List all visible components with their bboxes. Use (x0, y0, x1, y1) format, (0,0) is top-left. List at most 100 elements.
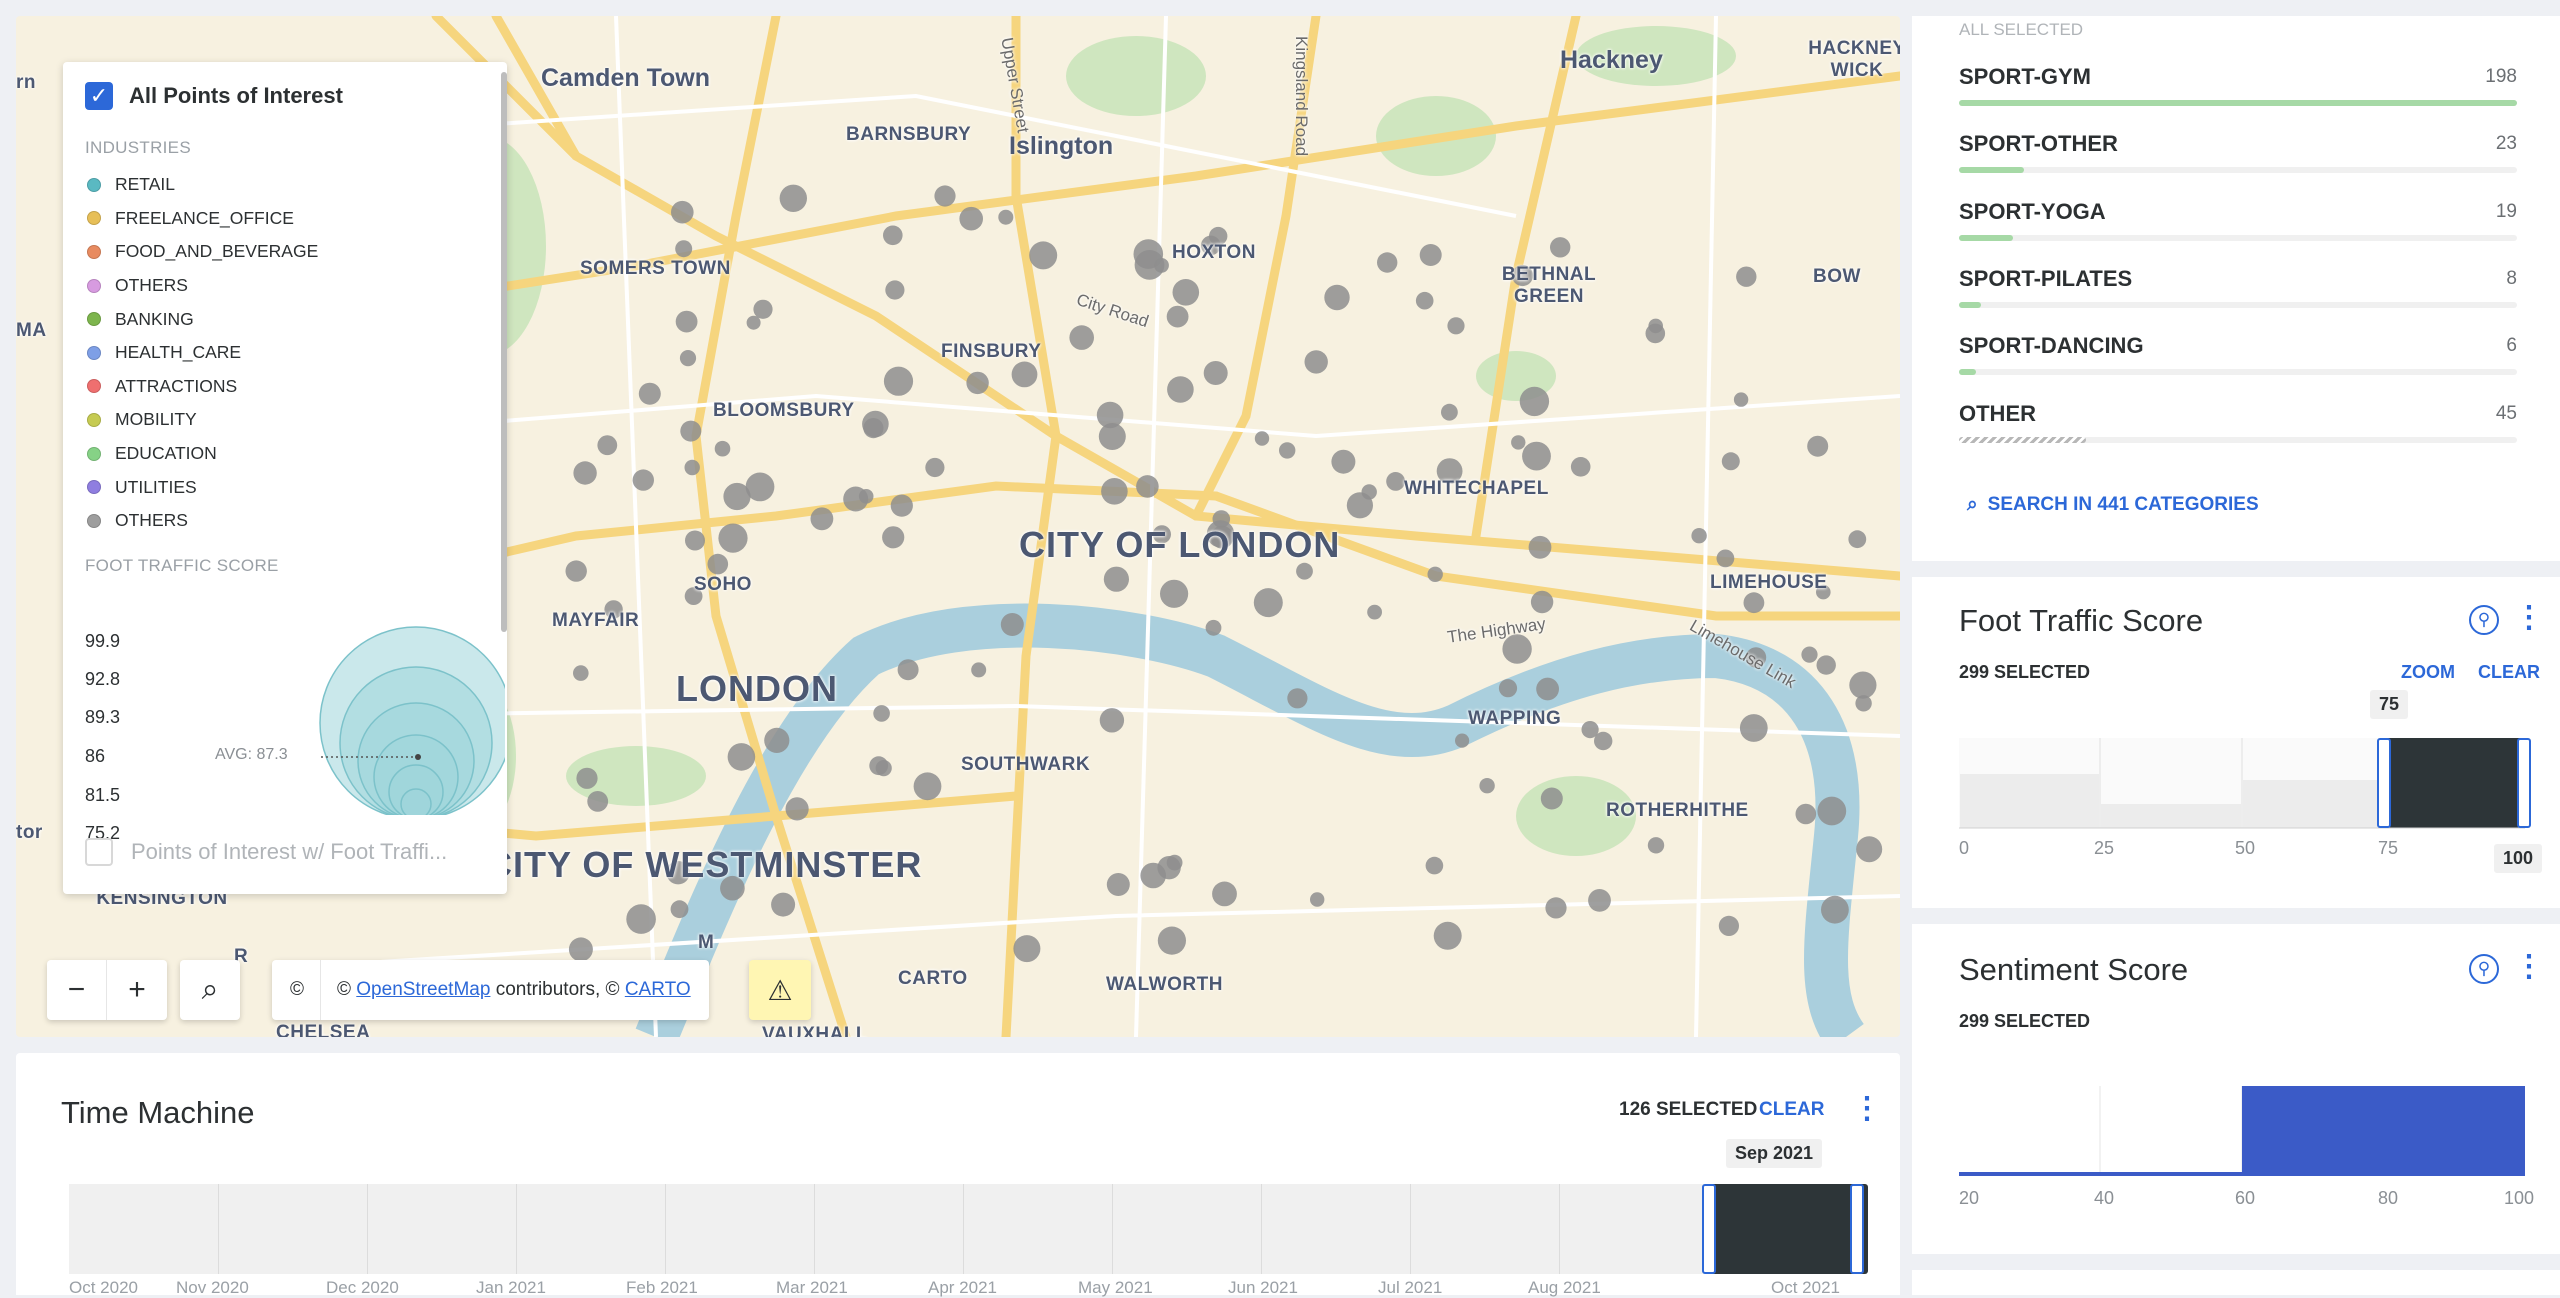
poi-point[interactable] (626, 904, 656, 934)
category-row[interactable]: SPORT-GYM 198 (1959, 64, 2517, 131)
poi-point[interactable] (1581, 721, 1599, 739)
checkbox-icon[interactable] (85, 838, 113, 866)
poi-point[interactable] (1733, 392, 1749, 407)
poi-point[interactable] (1415, 291, 1434, 310)
poi-point[interactable] (1528, 535, 1552, 559)
time-machine-menu-icon[interactable]: ⋮ (1852, 1091, 1882, 1126)
poi-point[interactable] (882, 526, 905, 549)
poi-point[interactable] (718, 523, 748, 553)
poi-point[interactable] (1455, 733, 1470, 748)
poi-point[interactable] (1550, 237, 1571, 258)
poi-point[interactable] (1069, 325, 1094, 350)
poi-point[interactable] (1324, 284, 1350, 311)
poi-point[interactable] (1029, 241, 1058, 270)
search-icon[interactable]: ⌕ (180, 960, 240, 1020)
poi-point[interactable] (934, 185, 956, 207)
time-machine-handle-right[interactable] (1850, 1184, 1864, 1274)
poi-point[interactable] (1331, 449, 1356, 474)
poi-point[interactable] (1140, 862, 1166, 889)
poi-point[interactable] (1795, 803, 1817, 825)
poi-point[interactable] (1479, 778, 1495, 794)
poi-point[interactable] (885, 280, 905, 300)
poi-point[interactable] (1848, 530, 1867, 549)
poi-point[interactable] (1807, 435, 1829, 457)
poi-point[interactable] (685, 530, 705, 551)
poi-point[interactable] (1498, 679, 1518, 698)
poi-point[interactable] (1136, 475, 1159, 498)
poi-point[interactable] (1367, 604, 1382, 620)
poi-point[interactable] (1530, 590, 1554, 614)
search-categories-button[interactable]: ⌕ SEARCH IN 441 CATEGORIES (1967, 494, 2259, 516)
poi-point[interactable] (1536, 677, 1559, 701)
poi-point[interactable] (1817, 796, 1847, 826)
time-machine-clear-button[interactable]: CLEAR (1759, 1099, 1824, 1121)
poi-point[interactable] (714, 440, 731, 457)
poi-point[interactable] (1377, 252, 1398, 273)
poi-point[interactable] (746, 315, 761, 330)
category-row[interactable]: SPORT-PILATES 8 (1959, 266, 2517, 333)
poi-point[interactable] (1743, 592, 1765, 614)
legend-scrollbar[interactable] (501, 72, 507, 632)
poi-point[interactable] (771, 892, 796, 917)
category-row[interactable]: OTHER 45 (1959, 401, 2517, 468)
poi-point[interactable] (764, 727, 790, 754)
poi-point[interactable] (1287, 688, 1308, 709)
poi-point[interactable] (1425, 856, 1444, 875)
poi-point[interactable] (883, 366, 914, 396)
zoom-in-button[interactable]: + (107, 960, 167, 1020)
poi-point[interactable] (1098, 423, 1126, 450)
poi-point[interactable] (1721, 452, 1740, 471)
time-machine-selection[interactable] (1708, 1184, 1868, 1274)
poi-point[interactable] (1106, 873, 1130, 896)
poi-point[interactable] (707, 553, 729, 575)
copyright-icon[interactable]: © (290, 979, 304, 1001)
poi-point[interactable] (638, 382, 661, 405)
zoom-out-button[interactable]: − (47, 960, 107, 1020)
poi-point[interactable] (1167, 376, 1194, 403)
poi-point[interactable] (1254, 431, 1270, 446)
poi-point[interactable] (1570, 457, 1591, 477)
poi-point[interactable] (810, 507, 834, 531)
poi-point[interactable] (1000, 613, 1024, 636)
poi-point[interactable] (1849, 671, 1877, 699)
poi-point[interactable] (897, 659, 919, 681)
poi-point[interactable] (565, 560, 587, 582)
poi-point[interactable] (873, 705, 890, 722)
poi-point[interactable] (913, 772, 942, 801)
poi-point[interactable] (1816, 655, 1836, 675)
poi-point[interactable] (1361, 484, 1377, 500)
poi-point[interactable] (753, 299, 773, 319)
foot-traffic-menu-icon[interactable]: ⋮ (2514, 600, 2544, 635)
poi-point[interactable] (1691, 528, 1707, 544)
poi-point[interactable] (1511, 435, 1526, 450)
poi-point[interactable] (1253, 588, 1283, 618)
poi-point[interactable] (998, 209, 1014, 225)
poi-point[interactable] (1447, 317, 1465, 335)
poi-point[interactable] (890, 494, 913, 517)
poi-point[interactable] (671, 200, 694, 224)
poi-point[interactable] (1519, 386, 1550, 417)
poi-point[interactable] (1172, 279, 1200, 306)
poi-point[interactable] (869, 756, 889, 776)
poi-point[interactable] (1160, 579, 1189, 608)
poi-point[interactable] (1205, 619, 1222, 636)
poi-point[interactable] (1304, 350, 1328, 374)
poi-point[interactable] (680, 420, 702, 442)
poi-point[interactable] (1588, 889, 1611, 912)
warning-icon[interactable]: ⚠ (749, 960, 811, 1020)
poi-point[interactable] (1433, 921, 1462, 950)
poi-point[interactable] (670, 900, 689, 919)
poi-point[interactable] (959, 206, 983, 231)
poi-point[interactable] (1647, 837, 1665, 854)
osm-link[interactable]: OpenStreetMap (356, 979, 490, 1000)
poi-point[interactable] (1855, 695, 1872, 712)
poi-point[interactable] (745, 472, 775, 502)
poi-point[interactable] (1279, 442, 1296, 459)
poi-point[interactable] (925, 457, 945, 478)
poi-point[interactable] (1011, 361, 1038, 388)
poi-point[interactable] (727, 743, 756, 771)
poi-point[interactable] (1310, 892, 1325, 907)
poi-point[interactable] (1716, 549, 1735, 568)
poi-point[interactable] (858, 489, 874, 504)
poi-point[interactable] (1166, 305, 1189, 328)
